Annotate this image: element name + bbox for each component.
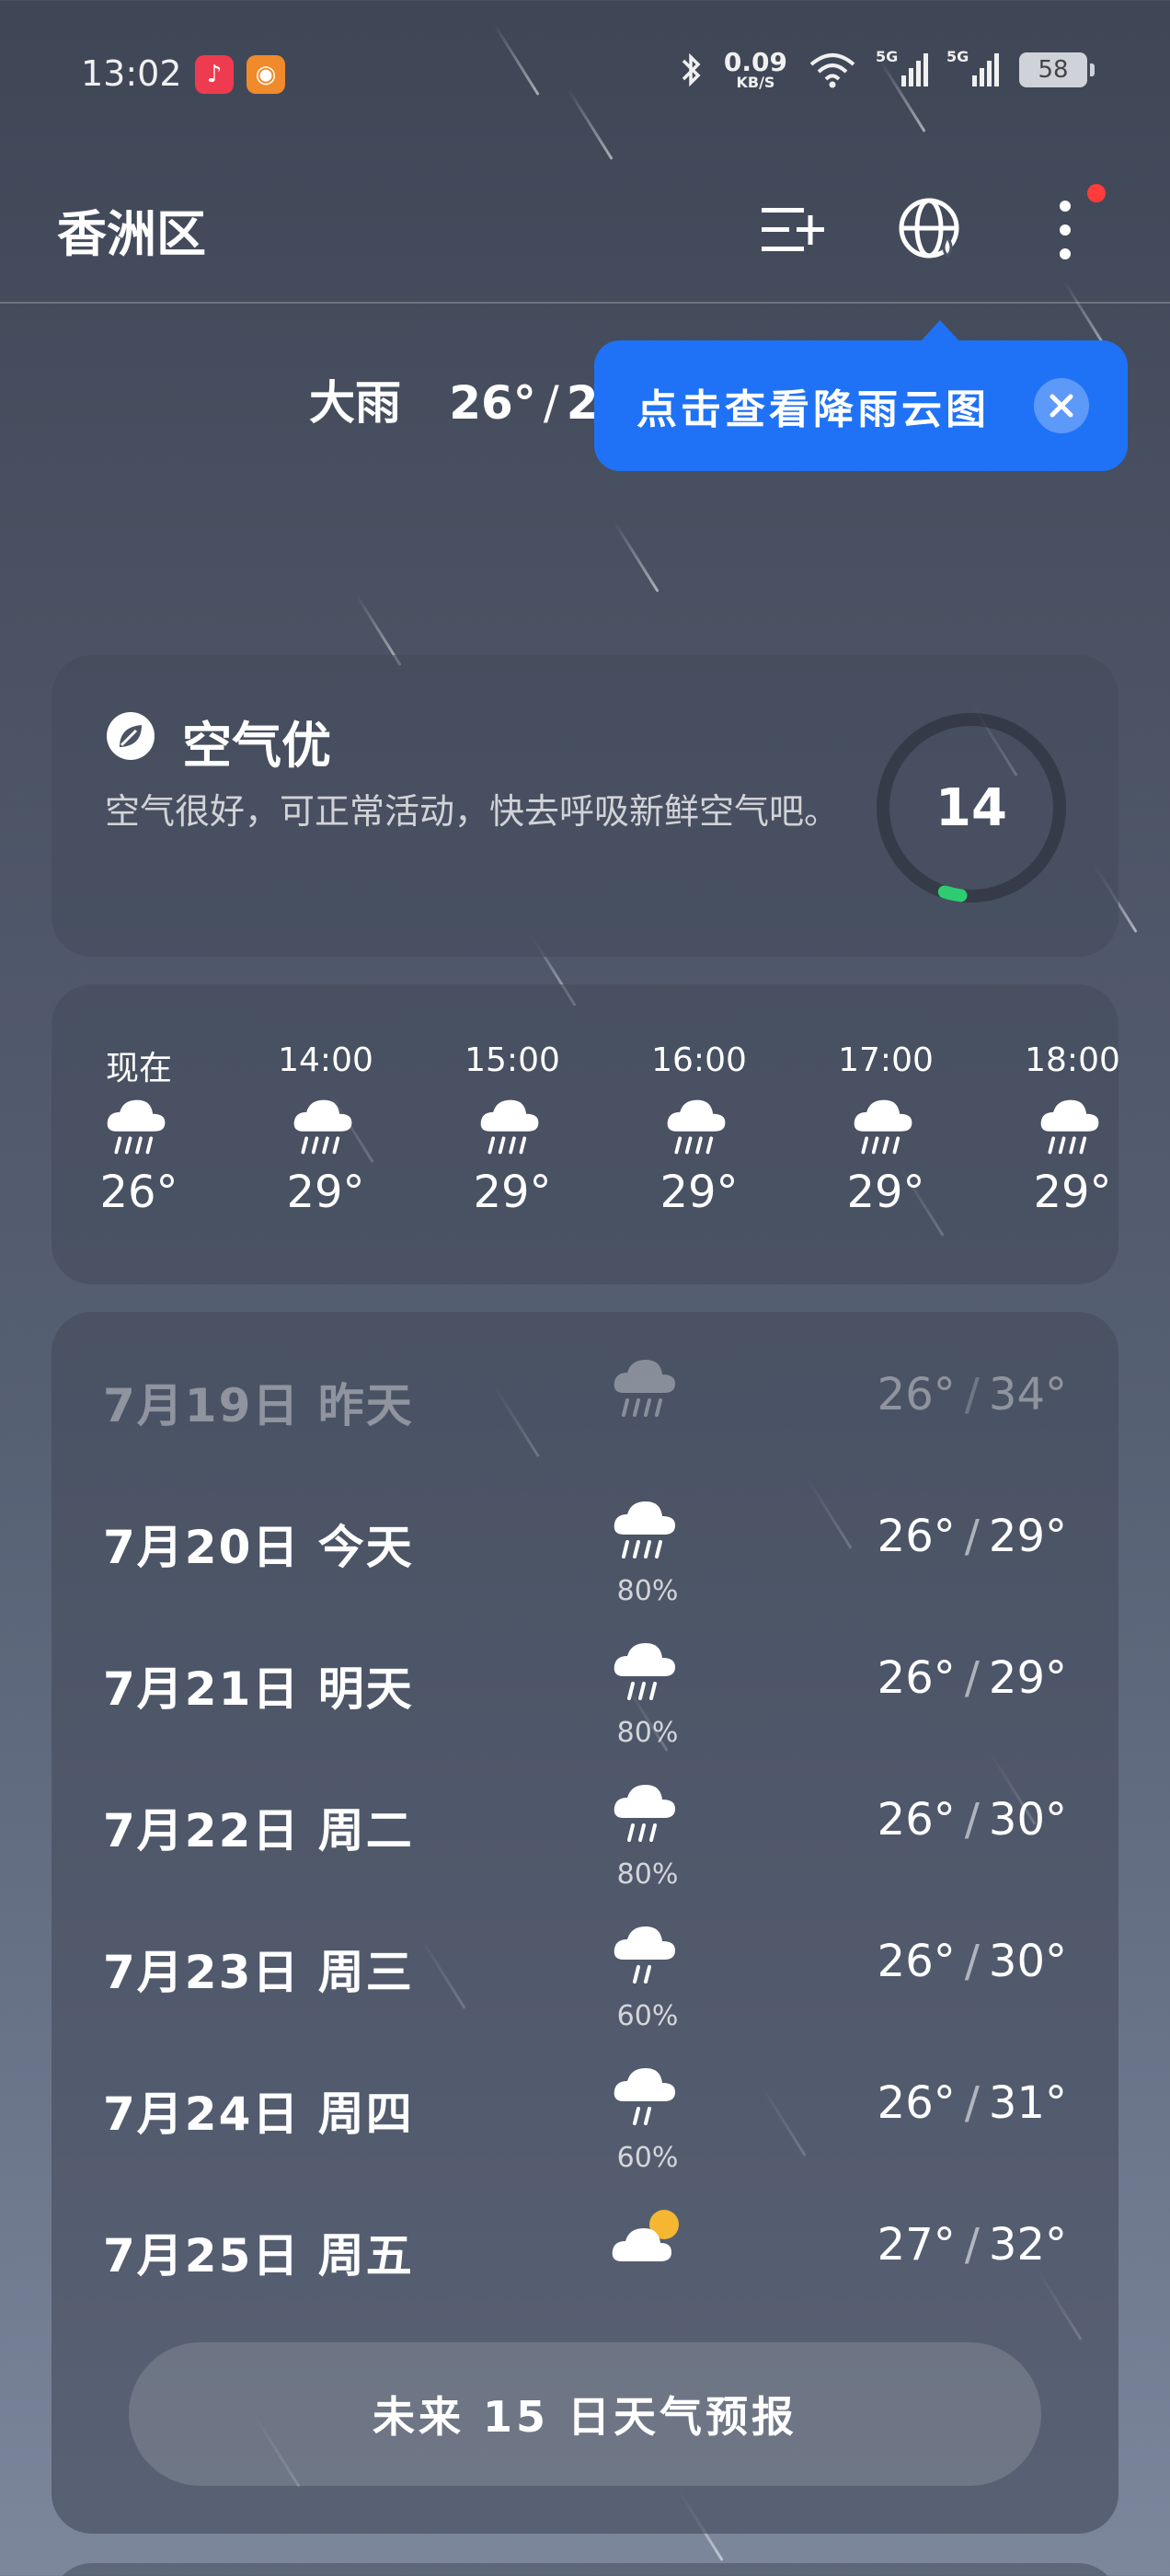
daily-row[interactable]: 7月21日 明天 80% 26°/29° — [52, 1616, 1118, 1757]
daily-date: 7月25日 周五 — [103, 2229, 414, 2283]
list-add-icon — [762, 208, 824, 251]
fifteen-day-forecast-button[interactable]: 未来 15 日天气预报 — [129, 2342, 1041, 2486]
next-card — [52, 2563, 1118, 2576]
manage-cities-button[interactable] — [756, 193, 830, 267]
heavy-rain-icon — [849, 1095, 923, 1159]
hourly-temp: 29° — [473, 1167, 552, 1218]
hourly-item: 15:00 29° — [434, 984, 591, 1284]
daily-row[interactable]: 7月22日 周二 80% 26°/30° — [52, 1757, 1118, 1899]
signal-strength-1: 5G — [876, 48, 928, 86]
aqi-description: 空气很好，可正常活动，快去呼吸新鲜空气吧。 — [105, 791, 840, 832]
hourly-item: 现在 26° — [61, 984, 217, 1284]
app-header: 香洲区 — [0, 166, 1170, 304]
daily-temp-range: 27°/32° — [877, 2219, 1067, 2271]
hourly-temp: 26° — [99, 1167, 178, 1218]
daily-temp-range: 26°/30° — [877, 1936, 1067, 1987]
hourly-time: 现在 — [105, 1050, 172, 1087]
hourly-item: 17:00 29° — [808, 984, 964, 1284]
daily-row[interactable]: 7月25日 周五 27°/32° — [52, 2182, 1118, 2324]
condition-text: 大雨 — [309, 376, 401, 430]
hourly-time: 15:00 — [465, 1041, 560, 1079]
air-quality-card[interactable]: 空气优 空气很好，可正常活动，快去呼吸新鲜空气吧。 14 — [52, 655, 1118, 957]
precipitation-probability: 80% — [616, 1575, 679, 1607]
tooltip-text: 点击查看降雨云图 — [637, 386, 990, 433]
hourly-item: 18:00 29° — [994, 984, 1151, 1284]
current-low: 26° — [449, 376, 536, 430]
rain-map-button[interactable] — [894, 193, 968, 267]
daily-temp-range: 26°/29° — [877, 1511, 1067, 1562]
light-rain-icon — [611, 2063, 684, 2131]
daily-row[interactable]: 7月19日 昨天 26°/34° — [52, 1332, 1118, 1474]
hourly-time: 14:00 — [278, 1041, 373, 1079]
heavy-rain-icon — [289, 1095, 362, 1159]
moderate-rain-icon — [611, 1779, 684, 1847]
daily-date: 7月22日 周二 — [103, 1804, 414, 1857]
wifi-icon — [809, 53, 855, 88]
battery-indicator: 58 — [1019, 52, 1095, 87]
heavy-rain-icon — [476, 1095, 549, 1159]
hourly-forecast-card[interactable]: 现在 26° 14:00 29° 15:00 29° 16:00 29° 17:00 29° 18:… — [52, 984, 1120, 1284]
more-menu-button[interactable] — [1028, 193, 1102, 267]
daily-date: 7月24日 周四 — [103, 2087, 414, 2141]
hourly-temp: 29° — [846, 1167, 925, 1218]
hourly-temp: 29° — [286, 1167, 365, 1218]
location-title[interactable]: 香洲区 — [57, 193, 206, 266]
signal-strength-2: 5G — [946, 48, 999, 86]
leaf-icon — [107, 712, 155, 760]
globe-rain-icon — [899, 198, 959, 259]
daily-temp-range: 26°/34° — [877, 1369, 1067, 1420]
heavy-rain-icon — [1036, 1095, 1109, 1159]
precipitation-probability: 80% — [616, 1858, 679, 1891]
precipitation-probability: 80% — [616, 1717, 679, 1749]
hourly-temp: 29° — [660, 1167, 739, 1218]
daily-row[interactable]: 7月23日 周三 60% 26°/30° — [52, 1899, 1118, 2041]
aqi-value: 14 — [935, 777, 1007, 838]
notification-dot — [1087, 184, 1106, 202]
status-bar: 13:02 ♪ ◉ 0.09 KB/S 5G 5G 58 — [0, 0, 1170, 138]
daily-date: 7月19日 昨天 — [103, 1379, 414, 1432]
hourly-item: 16:00 29° — [621, 984, 777, 1284]
light-rain-icon — [611, 1921, 684, 1989]
net-speed: 0.09 KB/S — [724, 50, 787, 90]
daily-date: 7月21日 明天 — [103, 1662, 414, 1716]
daily-date: 7月20日 今天 — [103, 1521, 414, 1574]
daily-temp-range: 26°/31° — [877, 2077, 1067, 2129]
tooltip-close-button[interactable] — [1034, 378, 1089, 433]
moderate-rain-icon — [611, 1638, 684, 1706]
music-app-icon: ♪ — [195, 55, 234, 94]
precipitation-probability: 60% — [616, 2000, 679, 2032]
precipitation-probability: 60% — [616, 2142, 679, 2174]
aqi-title: 空气优 — [182, 717, 331, 775]
net-speed-value: 0.09 — [723, 47, 787, 77]
daily-forecast-card: 未来 15 日天气预报 7月19日 昨天 26°/34° 7月20日 今天 80% 26… — [52, 1312, 1118, 2534]
daily-temp-range: 26°/29° — [877, 1652, 1067, 1704]
more-vertical-icon — [1060, 201, 1071, 259]
daily-date: 7月23日 周三 — [103, 1946, 414, 1999]
hourly-item: 14:00 29° — [247, 984, 404, 1284]
net-speed-unit: KB/S — [736, 74, 775, 91]
heavy-rain-icon — [611, 1496, 684, 1564]
hourly-time: 17:00 — [838, 1041, 934, 1079]
status-time: 13:02 — [81, 53, 182, 94]
hourly-time: 16:00 — [651, 1041, 747, 1079]
partly-cloudy-icon — [611, 2204, 684, 2272]
rain-map-tooltip[interactable]: 点击查看降雨云图 — [594, 320, 1128, 471]
daily-temp-range: 26°/30° — [877, 1794, 1067, 1846]
bluetooth-icon — [682, 52, 701, 87]
status-indicators: 0.09 KB/S 5G 5G 58 — [680, 48, 1095, 90]
hourly-time: 18:00 — [1025, 1041, 1120, 1079]
heavy-rain-icon — [662, 1095, 736, 1159]
hourly-temp: 29° — [1033, 1167, 1112, 1218]
heavy-rain-icon — [102, 1095, 176, 1159]
weibo-app-icon: ◉ — [247, 55, 285, 94]
heavy-rain-icon — [611, 1354, 684, 1422]
daily-row[interactable]: 7月24日 周四 60% 26°/31° — [52, 2041, 1118, 2182]
close-icon — [1050, 394, 1073, 418]
daily-row[interactable]: 7月20日 今天 80% 26°/29° — [52, 1474, 1118, 1616]
